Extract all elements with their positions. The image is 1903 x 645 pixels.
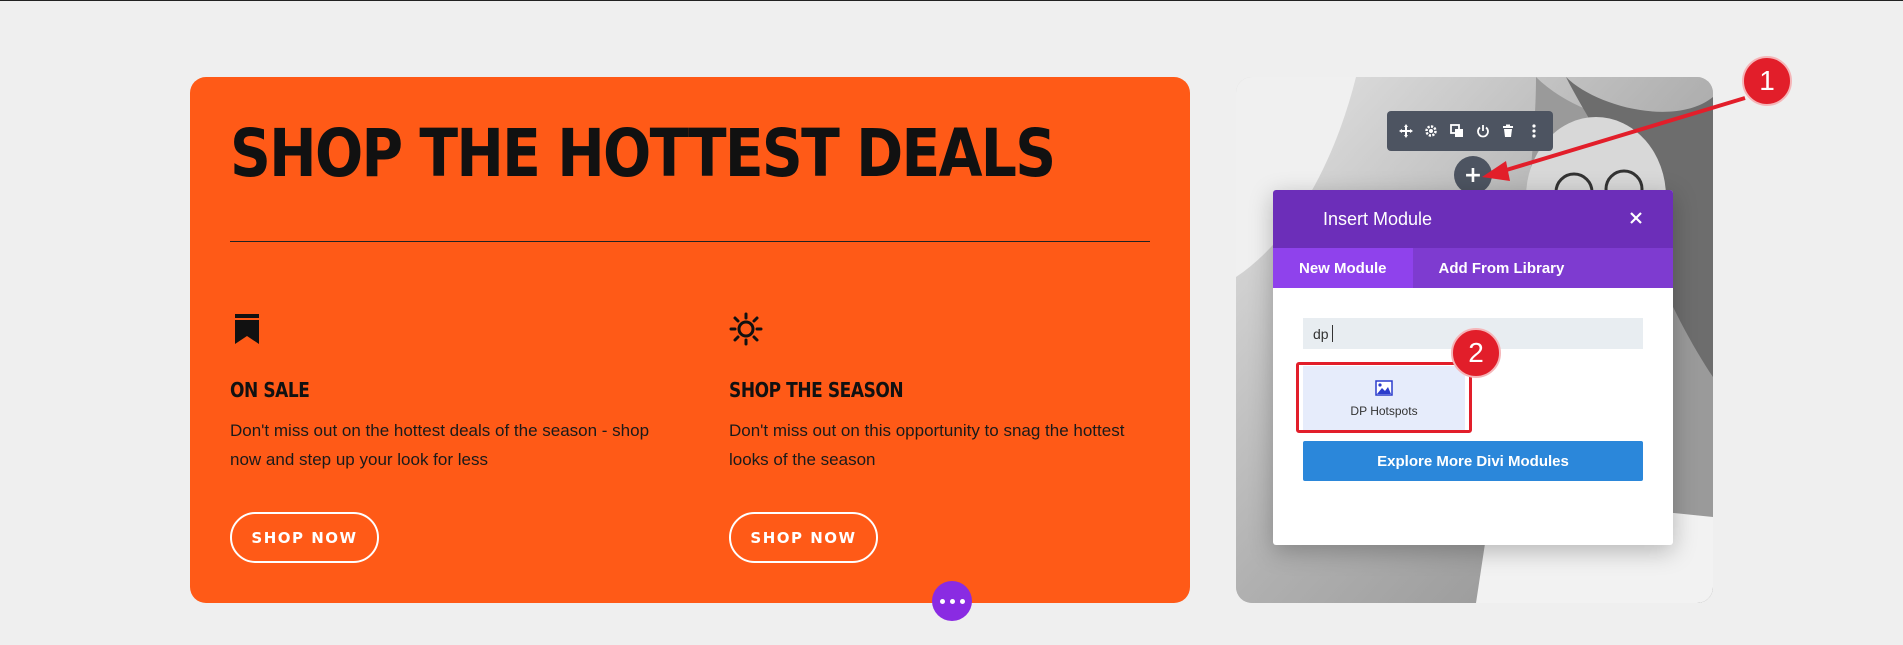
dot bbox=[959, 598, 965, 604]
promo-card: SHOP THE HOTTEST DEALS ON SALE Don't mis… bbox=[190, 77, 1190, 603]
dialog-header: Insert Module bbox=[1273, 190, 1673, 248]
duplicate-icon[interactable] bbox=[1448, 122, 1466, 140]
dialog-tabs: New Module Add From Library bbox=[1273, 248, 1673, 288]
divider bbox=[230, 241, 1150, 242]
annotation-highlight-box bbox=[1296, 362, 1472, 433]
tab-new-module[interactable]: New Module bbox=[1273, 248, 1413, 288]
dot bbox=[949, 598, 955, 604]
section-settings-button[interactable] bbox=[932, 581, 972, 621]
sun-icon bbox=[729, 312, 763, 346]
bookmark-icon bbox=[235, 314, 259, 344]
close-icon[interactable] bbox=[1627, 209, 1645, 227]
more-vertical-icon[interactable] bbox=[1525, 122, 1543, 140]
feature-heading: ON SALE bbox=[230, 378, 310, 402]
explore-more-modules-button[interactable]: Explore More Divi Modules bbox=[1303, 441, 1643, 481]
tab-add-from-library[interactable]: Add From Library bbox=[1413, 248, 1591, 288]
move-icon[interactable] bbox=[1397, 122, 1415, 140]
feature-on-sale: ON SALE Don't miss out on the hottest de… bbox=[230, 312, 650, 474]
dialog-title: Insert Module bbox=[1323, 208, 1433, 229]
feature-text: Don't miss out on the hottest deals of t… bbox=[230, 421, 650, 469]
gear-icon[interactable] bbox=[1422, 122, 1440, 140]
power-icon[interactable] bbox=[1474, 122, 1492, 140]
dot bbox=[939, 598, 945, 604]
promo-title: SHOP THE HOTTEST DEALS bbox=[230, 115, 1056, 192]
shop-now-button[interactable]: SHOP NOW bbox=[729, 512, 878, 563]
feature-heading: SHOP THE SEASON bbox=[729, 378, 904, 402]
module-toolbar bbox=[1387, 111, 1553, 151]
annotation-callout-2: 2 bbox=[1451, 328, 1501, 378]
shop-now-button[interactable]: SHOP NOW bbox=[230, 512, 379, 563]
annotation-callout-1: 1 bbox=[1742, 56, 1792, 106]
feature-text: Don't miss out on this opportunity to sn… bbox=[729, 421, 1125, 469]
add-module-button[interactable]: + bbox=[1454, 156, 1492, 194]
trash-icon[interactable] bbox=[1499, 122, 1517, 140]
feature-shop-the-season: SHOP THE SEASON Don't miss out on this o… bbox=[729, 312, 1149, 474]
text-caret bbox=[1332, 325, 1333, 342]
